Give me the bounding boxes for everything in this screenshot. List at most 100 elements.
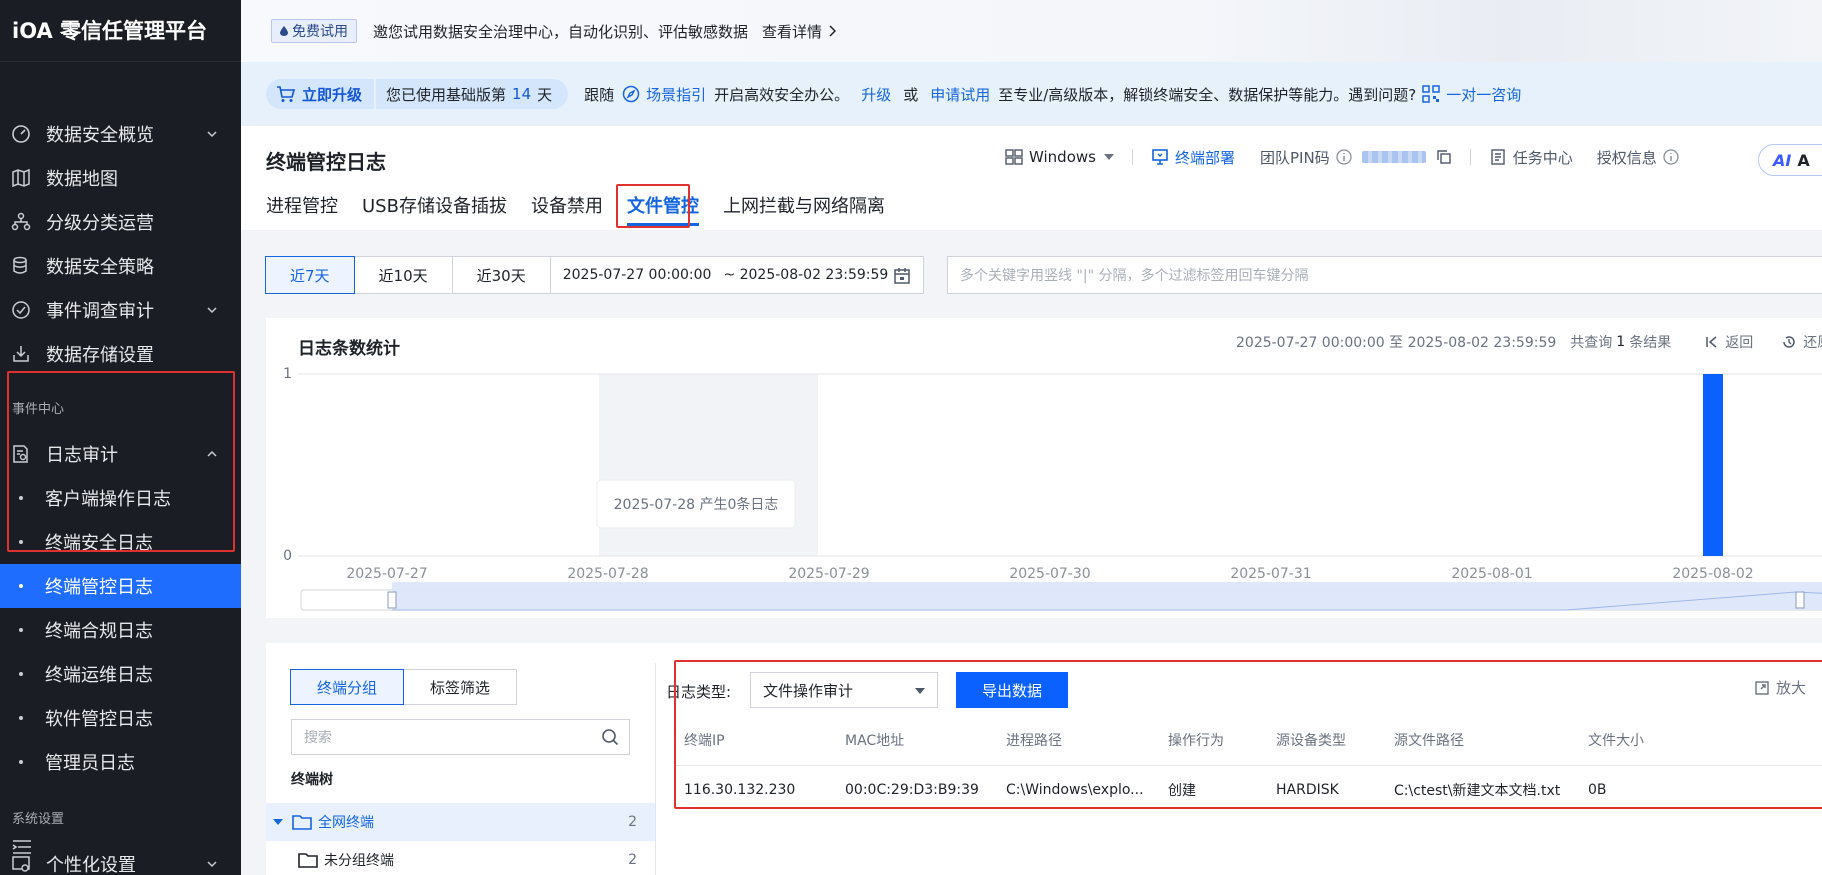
usage-suffix: 天: [537, 85, 553, 104]
date-range-picker[interactable]: 2025-07-27 00:00:00 ~ 2025-08-02 23:59:5…: [549, 256, 924, 294]
sidebar-sub-ops-log[interactable]: 终端运维日志: [0, 652, 241, 696]
sidebar-sub-admin-log[interactable]: 管理员日志: [0, 740, 241, 784]
sidebar-item-data-map[interactable]: 数据地图: [0, 156, 241, 200]
x-tick-label: 2025-08-01: [1451, 566, 1532, 582]
tree-node-all[interactable]: 全网终端 2: [266, 803, 655, 841]
tab-device-disable[interactable]: 设备禁用: [531, 188, 603, 222]
compass-icon: [622, 85, 640, 103]
scene-guide-label: 场景指引: [646, 85, 707, 104]
banner-detail-link[interactable]: 查看详情: [762, 21, 837, 42]
tab-network-isolation[interactable]: 上网拦截与网络隔离: [723, 188, 885, 222]
tree-search-input[interactable]: 搜索: [291, 719, 630, 755]
usage-status: 您已使用基础版第 14 天: [376, 79, 569, 109]
banner-link-label: 查看详情: [762, 22, 823, 41]
caret-down-icon: [915, 688, 925, 694]
range-30-days[interactable]: 近30天: [451, 256, 551, 294]
chart-back-button[interactable]: 返回: [1705, 332, 1753, 352]
chevron-down-icon: [207, 861, 217, 868]
bar: [1703, 374, 1723, 556]
bullet: [19, 584, 23, 588]
sidebar-sub-label: 管理员日志: [45, 753, 135, 774]
zoom-slider-handle-left: [387, 591, 397, 609]
chart-restore-button[interactable]: 还原: [1781, 332, 1822, 352]
database-icon: [10, 255, 32, 277]
zoom-button[interactable]: 放大: [1754, 677, 1806, 698]
sidebar: iOA 零信任管理平台 数据安全概览 数据地图 分级分类运营 数据安全策略 事件…: [0, 0, 241, 875]
sidebar-item-log-audit[interactable]: 日志审计: [0, 432, 241, 476]
upgrade-now-label: 立即升级: [302, 85, 363, 104]
caret-down-icon[interactable]: [272, 816, 284, 828]
tab-terminal-group[interactable]: 终端分组: [290, 669, 405, 705]
chart-tooltip: 2025-07-28 产生0条日志: [596, 479, 796, 529]
tab-file-control[interactable]: 文件管控: [626, 188, 699, 226]
ai-assistant-button[interactable]: AI A: [1758, 144, 1822, 176]
upgrade-link[interactable]: 升级: [861, 84, 891, 105]
tree-mode-tabs: 终端分组 标签筛选: [290, 669, 518, 705]
column-header-mac: MAC地址: [845, 717, 995, 763]
range-10-days[interactable]: 近10天: [353, 256, 453, 294]
os-selector[interactable]: Windows: [1005, 148, 1114, 166]
hover-band: [599, 374, 818, 556]
deploy-button[interactable]: 终端部署: [1151, 147, 1235, 168]
sidebar-sub-compliance-log[interactable]: 终端合规日志: [0, 608, 241, 652]
log-type-select[interactable]: 文件操作审计: [750, 672, 938, 708]
sidebar-sub-security-log[interactable]: 终端安全日志: [0, 520, 241, 564]
upgrade-now-button[interactable]: 立即升级: [266, 79, 375, 109]
chevron-down-icon: [207, 307, 217, 314]
info-icon[interactable]: [1336, 149, 1352, 165]
license-info[interactable]: 授权信息: [1597, 147, 1679, 168]
qrcode-icon: [1422, 85, 1441, 103]
x-tick-label: 2025-07-31: [1230, 566, 1311, 582]
scene-guide-link[interactable]: 场景指引: [622, 84, 706, 105]
sidebar-sub-label: 终端安全日志: [45, 533, 153, 554]
zoom-slider-handle-right: [1795, 591, 1805, 609]
apply-trial-link[interactable]: 申请试用: [930, 84, 990, 105]
result-prefix: 共查询: [1570, 335, 1613, 351]
export-data-button[interactable]: 导出数据: [956, 672, 1068, 708]
sidebar-sub-client-log[interactable]: 客户端操作日志: [0, 476, 241, 520]
sidebar-item-personal[interactable]: 个性化设置: [0, 842, 241, 875]
divider: [1469, 149, 1471, 165]
folder-icon: [298, 853, 318, 868]
bullet: [19, 540, 23, 544]
table-cell: C:\Windows\explo...: [1006, 782, 1144, 798]
consult-link[interactable]: 一对一咨询: [1422, 84, 1521, 105]
ai-button-label: A: [1797, 150, 1810, 170]
sidebar-item-storage[interactable]: 数据存储设置: [0, 332, 241, 376]
log-count-chart-card: 0 1 2025-07-27 2025-07-28 2025-07-29 2025-07-…: [266, 318, 1822, 618]
table-cell: 00:0C:29:D3:B9:39: [845, 782, 979, 798]
back-icon: [1706, 336, 1717, 348]
trial-tag-label: 免费试用: [292, 24, 348, 40]
chevron-up-icon: [207, 450, 217, 457]
sidebar-item-policy[interactable]: 数据安全策略: [0, 244, 241, 288]
zoom-label: 放大: [1776, 679, 1807, 697]
column-header-label: 文件大小: [1588, 733, 1644, 749]
tab-process-control[interactable]: 进程管控: [266, 188, 338, 222]
sidebar-sub-software-log[interactable]: 软件管控日志: [0, 696, 241, 740]
tab-tag-filter[interactable]: 标签筛选: [403, 669, 518, 705]
range-7-days[interactable]: 近7天: [265, 256, 355, 294]
task-center-button[interactable]: 任务中心: [1489, 147, 1573, 168]
tab-usb-storage[interactable]: USB存储设备插拔: [362, 188, 507, 222]
copy-icon[interactable]: [1436, 149, 1452, 165]
search-icon: [602, 729, 619, 746]
sidebar-sub-label: 终端合规日志: [45, 621, 153, 642]
calendar-icon: [893, 268, 910, 284]
consult-label: 一对一咨询: [1446, 85, 1522, 104]
team-pin: 团队PIN码: [1260, 147, 1452, 168]
group-event-center: 事件中心: [12, 402, 65, 417]
settings-icon: [10, 853, 32, 875]
menu-collapse-icon[interactable]: [12, 839, 32, 855]
log-type-label: 日志类型:: [666, 683, 732, 701]
table-cell: 0B: [1588, 782, 1607, 798]
tree-search-placeholder: 搜索: [304, 730, 332, 746]
cart-icon: [277, 86, 296, 102]
map-icon: [10, 167, 32, 189]
sidebar-item-label: 数据存储设置: [46, 345, 154, 366]
sidebar-item-audit[interactable]: 事件调查审计: [0, 288, 241, 332]
sidebar-item-overview[interactable]: 数据安全概览: [0, 112, 241, 156]
sidebar-item-classification[interactable]: 分级分类运营: [0, 200, 241, 244]
sidebar-sub-control-log[interactable]: 终端管控日志: [0, 564, 241, 608]
keyword-search-input[interactable]: 多个关键字用竖线 "|" 分隔，多个过滤标签用回车键分隔: [947, 256, 1822, 294]
tree-node-ungrouped[interactable]: 未分组终端 2: [266, 841, 655, 875]
